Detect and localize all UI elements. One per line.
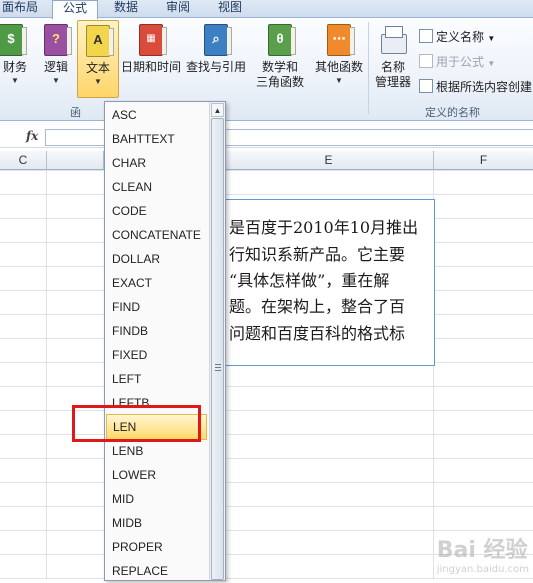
menu-item-dollar[interactable]: DOLLAR <box>106 247 213 271</box>
text-box[interactable]: 是百度于2010年10月推出 行知识系新产品。它主要 “具体怎样做”，重在解 题… <box>206 199 435 366</box>
lookup-book-icon: ⌕ <box>204 24 232 56</box>
datetime-book-icon: ▦ <box>139 24 167 56</box>
column-header-d[interactable] <box>47 151 104 170</box>
menu-item-lower[interactable]: LOWER <box>106 463 213 487</box>
financial-functions-button[interactable]: $ 财务 ▼ <box>0 20 32 87</box>
menu-item-find[interactable]: FIND <box>106 295 213 319</box>
formula-icon <box>419 54 433 68</box>
lookup-reference-functions-button[interactable]: ⌕ 查找与引用 <box>184 20 248 75</box>
math-book-icon: θ <box>268 24 296 56</box>
grid-line <box>46 170 47 579</box>
name-manager-icon <box>378 24 408 56</box>
text-box-line: 是百度于2010年10月推出 <box>229 218 419 237</box>
chevron-down-icon: ▼ <box>94 77 102 86</box>
function-library-group-label: 函 <box>70 107 81 119</box>
chevron-down-icon: ▼ <box>335 76 343 85</box>
scroll-up-arrow-icon[interactable]: ▲ <box>211 103 224 117</box>
chevron-down-icon: ▼ <box>487 34 496 43</box>
group-separator <box>368 22 369 114</box>
menu-item-fixed[interactable]: FIXED <box>106 343 213 367</box>
column-header-f[interactable]: F <box>434 151 533 170</box>
ribbon-tab-bar: 面布局 公式 数据 审阅 视图 <box>0 0 533 19</box>
tab-formulas[interactable]: 公式 <box>52 0 98 19</box>
text-box-line: 题。在架构上，整合了百 <box>229 297 406 316</box>
menu-item-replace[interactable]: REPLACE <box>106 559 213 583</box>
tab-view[interactable]: 视图 <box>218 0 248 17</box>
menu-item-exact[interactable]: EXACT <box>106 271 213 295</box>
grip-icon <box>215 364 221 371</box>
menu-item-mid[interactable]: MID <box>106 487 213 511</box>
math-trig-functions-button[interactable]: θ 数学和 三角函数 <box>250 20 310 90</box>
more-functions-book-icon: ⋯ <box>327 24 355 56</box>
text-box-line: 行知识系新产品。它主要 <box>229 245 406 264</box>
chevron-down-icon: ▼ <box>11 76 19 85</box>
menu-item-clean[interactable]: CLEAN <box>106 175 213 199</box>
ribbon-formulas: $ 财务 ▼ ? 逻辑 ▼ A 文本 ▼ ▦ 日期和时间 ⌕ 查找与引用 θ 数… <box>0 18 533 121</box>
insert-function-icon[interactable]: fx <box>26 127 38 145</box>
text-box-line: “具体怎样做”，重在解 <box>229 271 390 290</box>
menu-item-midb[interactable]: MIDB <box>106 511 213 535</box>
logical-functions-button[interactable]: ? 逻辑 ▼ <box>40 20 72 87</box>
menu-item-code[interactable]: CODE <box>106 199 213 223</box>
chevron-down-icon: ▼ <box>487 59 496 68</box>
chevron-down-icon: ▼ <box>52 76 60 85</box>
menu-item-left[interactable]: LEFT <box>106 367 213 391</box>
menu-item-bahttext[interactable]: BAHTTEXT <box>106 127 213 151</box>
column-header-e[interactable]: E <box>224 151 434 170</box>
menu-item-char[interactable]: CHAR <box>106 151 213 175</box>
tab-data[interactable]: 数据 <box>114 0 144 17</box>
text-box-line: 问题和百度百科的格式标 <box>229 324 406 343</box>
menu-item-findb[interactable]: FINDB <box>106 319 213 343</box>
menu-item-concatenate[interactable]: CONCATENATE <box>106 223 213 247</box>
use-in-formula-button[interactable]: 用于公式 ▼ <box>419 53 495 70</box>
menu-item-asc[interactable]: ASC <box>106 103 213 127</box>
tab-review[interactable]: 审阅 <box>166 0 196 17</box>
date-time-functions-button[interactable]: ▦ 日期和时间 <box>120 20 182 75</box>
tab-page-layout[interactable]: 面布局 <box>2 0 42 17</box>
scrollbar-thumb[interactable] <box>211 118 224 580</box>
name-manager-button[interactable]: 名称 管理器 <box>372 20 414 90</box>
text-functions-button[interactable]: A 文本 ▼ <box>77 20 119 98</box>
defined-names-group-label: 定义的名称 <box>425 107 480 119</box>
logic-book-icon: ? <box>44 24 72 56</box>
define-name-button[interactable]: 定义名称 ▼ <box>419 28 495 45</box>
menu-item-lenb[interactable]: LENB <box>106 439 213 463</box>
more-functions-button[interactable]: ⋯ 其他函数 ▼ <box>312 20 366 87</box>
dropdown-scrollbar[interactable]: ▲ <box>209 102 225 580</box>
text-functions-dropdown: ASC BAHTTEXT CHAR CLEAN CODE CONCATENATE… <box>104 101 226 581</box>
text-book-icon: A <box>86 25 114 57</box>
column-header-c[interactable]: C <box>0 151 47 170</box>
menu-item-proper[interactable]: PROPER <box>106 535 213 559</box>
annotation-highlight-box <box>72 405 201 442</box>
grid-icon <box>419 79 433 93</box>
finance-book-icon: $ <box>0 24 27 56</box>
watermark: Bai 经验 jingyan.baidu.com <box>436 538 529 575</box>
create-from-selection-button[interactable]: 根据所选内容创建 <box>419 78 532 95</box>
tag-icon <box>419 29 433 43</box>
formula-bar: fx <box>0 127 533 148</box>
